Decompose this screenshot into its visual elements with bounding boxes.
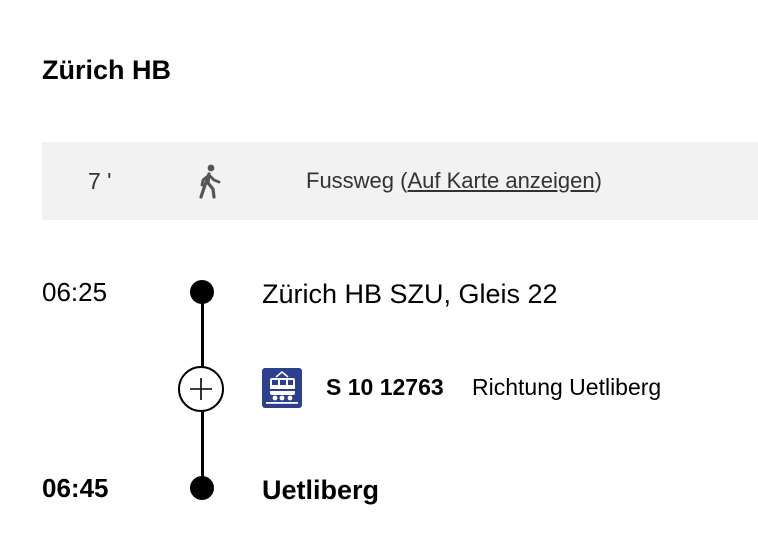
map-link-close-paren: ) xyxy=(594,168,602,193)
walk-duration: 7 ' xyxy=(88,168,112,194)
train-direction: Richtung Uetliberg xyxy=(472,374,662,400)
departure-stop-name: Zürich HB SZU, Gleis 22 xyxy=(262,279,558,309)
show-on-map-link[interactable]: Auf Karte anzeigen xyxy=(408,168,595,193)
departure-time: 06:25 xyxy=(42,277,108,307)
arrival-stop-dot xyxy=(190,476,214,500)
station-title: Zürich HB xyxy=(42,55,172,85)
map-link-open-paren: ( xyxy=(400,168,408,193)
walk-description: Fussweg (Auf Karte anzeigen) xyxy=(306,167,602,195)
pedestrian-icon xyxy=(194,164,224,200)
train-icon xyxy=(262,368,302,408)
walk-label: Fussweg xyxy=(306,168,395,193)
plus-icon xyxy=(190,378,212,400)
train-line-number: S 10 12763 xyxy=(326,374,444,400)
departure-stop-dot xyxy=(190,280,214,304)
walk-segment: 7 ' Fussweg (Auf Karte anzeigen) xyxy=(42,142,758,220)
expand-intermediate-stops-button[interactable] xyxy=(178,366,224,412)
arrival-time: 06:45 xyxy=(42,473,109,503)
arrival-stop-name: Uetliberg xyxy=(262,475,380,505)
